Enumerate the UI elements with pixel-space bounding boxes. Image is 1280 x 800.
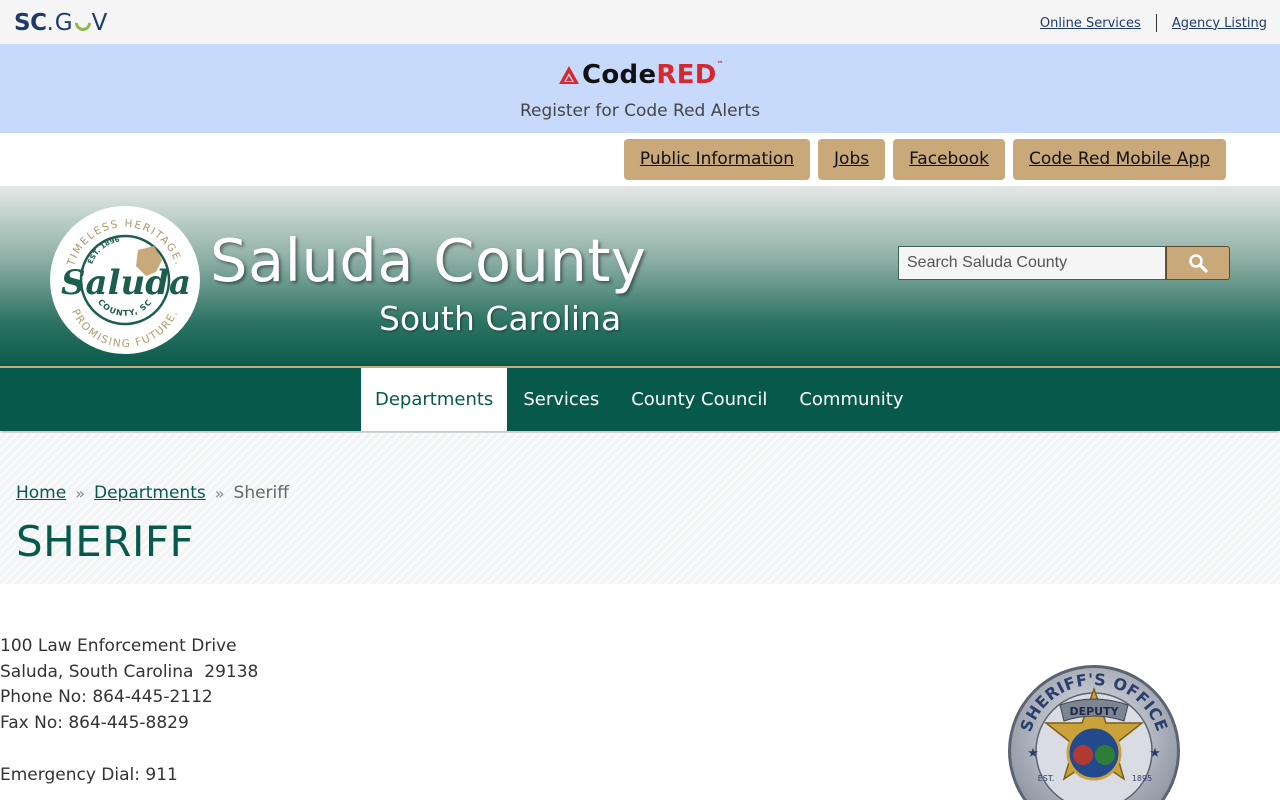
page-heading-band: Home » Departments » Sheriff SHERIFF xyxy=(0,433,1280,584)
nav-community[interactable]: Community xyxy=(783,368,919,431)
sheriff-badge-image: SHERIFF'S OFFICE DEPUTY ★ ★ EST. 1895 xyxy=(1006,663,1182,800)
scgov-logo-sc: SC xyxy=(14,10,47,36)
codered-tagline[interactable]: Register for Code Red Alerts xyxy=(0,101,1280,121)
facebook-button[interactable]: Facebook xyxy=(893,139,1005,180)
site-header: TIMELESS HERITAGE. PROMISING FUTURE. EST… xyxy=(0,186,1280,366)
breadcrumb-home[interactable]: Home xyxy=(16,483,66,503)
county-seal-logo[interactable]: TIMELESS HERITAGE. PROMISING FUTURE. EST… xyxy=(50,206,200,354)
search-button[interactable] xyxy=(1166,246,1230,280)
badge-est-right: 1895 xyxy=(1132,774,1152,783)
badge-star-right-icon: ★ xyxy=(1149,746,1161,761)
breadcrumb: Home » Departments » Sheriff xyxy=(16,483,289,503)
badge-est-left: EST. xyxy=(1038,774,1055,783)
fax-number: Fax No: 864-445-8829 xyxy=(0,713,189,734)
contact-info: 100 Law Enforcement Drive Saluda, South … xyxy=(0,634,258,788)
scgov-logo-v: V xyxy=(91,10,109,36)
crescent-moon-icon xyxy=(71,11,94,35)
badge-star-left-icon: ★ xyxy=(1027,746,1039,761)
online-services-link[interactable]: Online Services xyxy=(1040,16,1141,31)
agency-listing-link[interactable]: Agency Listing xyxy=(1172,16,1267,31)
codered-word-red: RED xyxy=(656,60,717,90)
main-nav-items: Departments Services County Council Comm… xyxy=(361,368,920,431)
jobs-button[interactable]: Jobs xyxy=(818,139,886,180)
address-line-1: 100 Law Enforcement Drive xyxy=(0,636,237,656)
link-divider xyxy=(1155,14,1157,32)
codered-logo[interactable]: CodeRED™ xyxy=(559,60,724,90)
breadcrumb-separator: » xyxy=(214,483,225,503)
state-subtitle: South Carolina xyxy=(379,299,622,338)
main-nav: Departments Services County Council Comm… xyxy=(0,366,1280,431)
breadcrumb-separator: » xyxy=(75,483,85,503)
breadcrumb-departments[interactable]: Departments xyxy=(94,483,206,503)
quick-links: Public Information Jobs Facebook Code Re… xyxy=(623,139,1226,180)
breadcrumb-current: Sheriff xyxy=(233,483,289,503)
codered-tm: ™ xyxy=(716,60,724,68)
nav-services[interactable]: Services xyxy=(507,368,615,431)
codered-wordmark: CodeRED™ xyxy=(582,60,724,90)
nav-county-council[interactable]: County Council xyxy=(615,368,783,431)
scgov-logo-dot: . xyxy=(46,10,55,36)
address-line-2: Saluda, South Carolina 29138 xyxy=(0,661,259,682)
magnifier-icon xyxy=(1189,254,1208,273)
seal-script: Saluda xyxy=(61,263,191,303)
codered-banner[interactable]: CodeRED™ Register for Code Red Alerts xyxy=(0,44,1280,133)
scgov-logo[interactable]: SC.G V xyxy=(14,10,108,36)
scgov-logo-g: G xyxy=(54,10,74,36)
search-input[interactable] xyxy=(898,246,1166,280)
county-title[interactable]: Saluda County xyxy=(210,226,646,295)
emergency-number: Emergency Dial: 911 xyxy=(0,764,178,785)
codered-word-code: Code xyxy=(582,60,657,90)
nav-departments[interactable]: Departments xyxy=(361,368,508,431)
public-information-button[interactable]: Public Information xyxy=(623,139,811,180)
code-red-mobile-app-button[interactable]: Code Red Mobile App xyxy=(1012,139,1226,180)
codered-triangle-icon xyxy=(559,66,579,84)
phone-number: Phone No: 864-445-2112 xyxy=(0,687,213,708)
badge-ribbon: DEPUTY xyxy=(1069,705,1119,718)
scgov-bar: SC.G V Online Services Agency Listing xyxy=(0,0,1280,44)
scgov-links: Online Services Agency Listing xyxy=(1040,14,1267,32)
page-title: SHERIFF xyxy=(16,517,195,566)
